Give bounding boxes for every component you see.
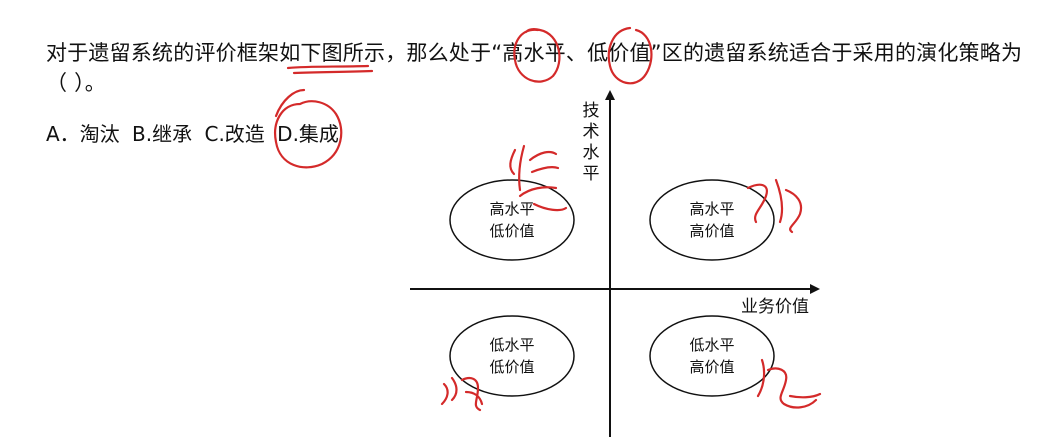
y-axis-label-char-4: 平 bbox=[583, 164, 600, 184]
y-axis-label-char-2: 术 bbox=[583, 122, 600, 142]
quadrant-top-left-line2: 低价值 bbox=[489, 222, 534, 240]
quadrant-top-left-line1: 高水平 bbox=[489, 200, 534, 218]
quadrant-bottom-right-line1: 低水平 bbox=[689, 336, 734, 354]
quadrant-bottom-left-line2: 低价值 bbox=[489, 358, 534, 376]
y-axis-label-char-3: 水 bbox=[583, 143, 600, 163]
y-axis-label-char-1: 技 bbox=[583, 101, 600, 121]
x-axis-label: 业务价值 bbox=[741, 297, 809, 317]
quadrant-bottom-left-line1: 低水平 bbox=[489, 336, 534, 354]
quadrant-top-right-line1: 高水平 bbox=[689, 200, 734, 218]
evaluation-framework-diagram: 技 术 水 平 业务价值 高水平 低价值 高水平 高价值 低水平 低价值 低水平… bbox=[410, 90, 820, 437]
quadrant-ellipse-top-right bbox=[649, 179, 775, 261]
quadrant-ellipse-bottom-right bbox=[649, 315, 775, 397]
quadrant-ellipse-bottom-left bbox=[449, 315, 575, 397]
quadrant-ellipse-top-left bbox=[449, 179, 575, 261]
quadrant-bottom-right-line2: 高价值 bbox=[689, 358, 734, 376]
quadrant-top-right-line2: 高价值 bbox=[689, 222, 734, 240]
